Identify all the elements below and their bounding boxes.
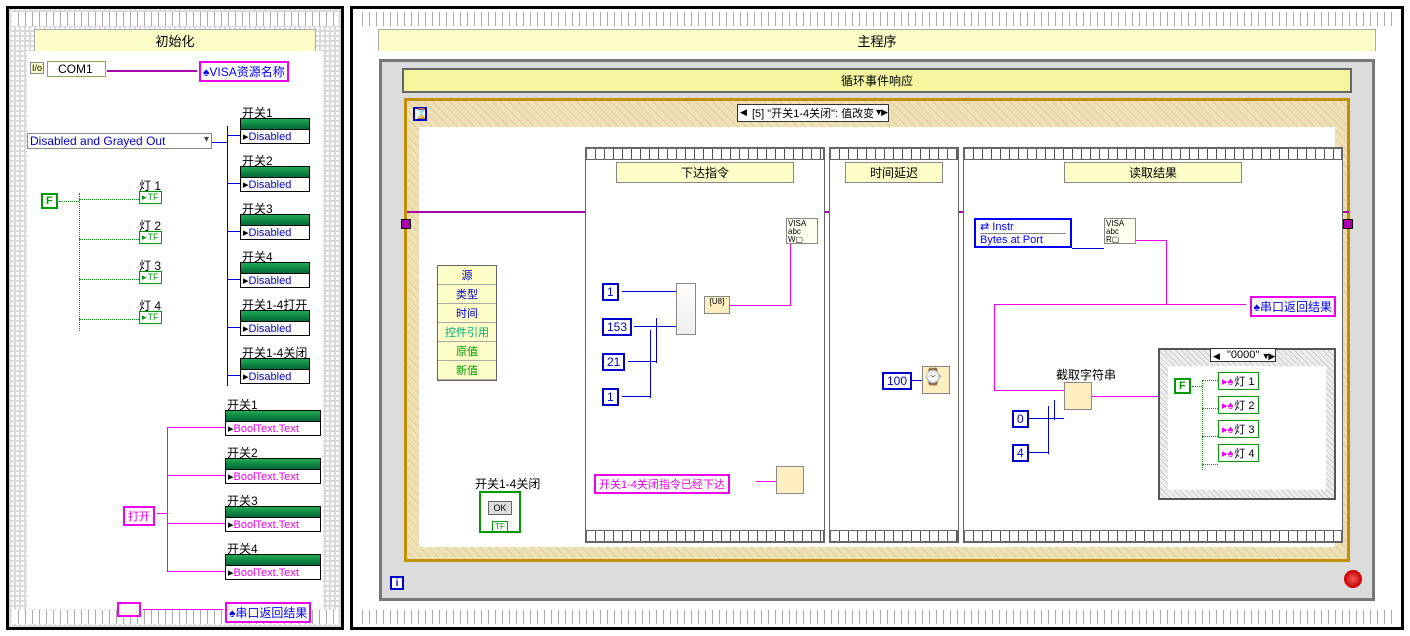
switch1-disabled-prop: ▸Disabled [240,118,310,144]
visa-resource-ref: ♠VISA资源名称 [199,61,289,82]
case-structure: "0000" F 灯 1 灯 2 灯 3 灯 4 [1158,348,1336,500]
byte-153: 153 [602,318,632,336]
right-tunnel [1343,219,1353,229]
switch14close-disabled-prop: ▸Disabled [240,358,310,384]
light2-indicator: TF [139,231,162,244]
loop-iteration-icon: i [390,576,404,590]
build-array-icon [676,283,696,335]
left-tunnel [401,219,411,229]
s3-booltext-prop: ▸BoolText.Text [225,506,321,532]
switch14open-disabled-prop: ▸Disabled [240,310,310,336]
init-title: 初始化 [34,29,316,52]
ctrl-close-terminal: OKTF [479,491,521,533]
event-case-selector[interactable]: [5] "开关1-4关闭": 值改变 [737,104,889,122]
seq-send-command: 下达指令 VISAabcW▢ 1 153 21 1 [U8] [585,147,825,543]
event-data-node: 源 类型 时间 控件引用 原值 新值 [437,265,497,381]
ctrl-close-label: 开关1-4关闭 [475,475,540,492]
seq-read-result: 读取结果 ⇄ Instr Bytes at Port VISAabcR▢ ♠串口… [963,147,1343,543]
delay-100: 100 [882,372,912,390]
com-port-constant[interactable]: COM1 [47,61,106,77]
open-string-const: 打开 [123,506,155,526]
s4-booltext-prop: ▸BoolText.Text [225,554,321,580]
switch2-disabled-prop: ▸Disabled [240,166,310,192]
light2-out: 灯 2 [1218,396,1259,414]
seq-delay: 时间延迟 100 ⌚ [829,147,959,543]
visa-write-icon: VISAabcW▢ [786,218,818,244]
byte-1b: 1 [602,388,619,406]
s2-booltext-prop: ▸BoolText.Text [225,458,321,484]
dialog-icon [776,466,804,494]
s1-booltext-prop: ▸BoolText.Text [225,410,321,436]
disabled-ring[interactable]: Disabled and Grayed Out [27,133,212,149]
light1-indicator: TF [139,191,162,204]
visa-read-icon: VISAabcR▢ [1104,218,1136,244]
light4-indicator: TF [139,311,162,324]
seq2-title: 时间延迟 [845,162,943,183]
case-false-const: F [1174,378,1191,394]
seq1-title: 下达指令 [616,162,794,183]
init-sequence-frame: 初始化 COM1 ♠VISA资源名称 Disabled and Grayed O… [6,6,344,630]
light1-out: 灯 1 [1218,372,1259,390]
light4-out: 灯 4 [1218,444,1259,462]
loop-stop-terminal[interactable] [1344,570,1362,588]
loop-label: 循环事件响应 [402,68,1352,93]
byte-1: 1 [602,283,619,301]
empty-string-const [117,602,141,617]
event-timeout-icon: ⌛ [413,107,427,121]
byte-21: 21 [602,353,625,371]
substr-len: 4 [1012,444,1029,462]
lights-out-list: 灯 1 灯 2 灯 3 灯 4 [1218,372,1259,468]
false-const: F [41,193,58,209]
substr-label: 截取字符串 [1056,366,1116,383]
light3-indicator: TF [139,271,162,284]
seq3-title: 读取结果 [1064,162,1242,183]
case-selector[interactable]: "0000" [1210,348,1276,362]
light3-out: 灯 3 [1218,420,1259,438]
instr-prop-node: ⇄ Instr Bytes at Port [974,218,1072,248]
main-sequence-frame: 主程序 循环事件响应 i ⌛ [5] "开关1-4关闭": 值改变 源 类型 时… [350,6,1404,630]
sent-msg-const: 开关1-4关闭指令已经下达 [594,474,730,494]
substr-start: 0 [1012,410,1029,428]
wait-ms-icon: ⌚ [922,366,950,394]
main-title: 主程序 [378,29,1376,52]
return-result-out: ♠串口返回结果 [1250,296,1336,317]
return-result-ref: ♠串口返回结果 [225,602,311,623]
switch3-disabled-prop: ▸Disabled [240,214,310,240]
substr-icon [1064,382,1092,410]
u8-cast-icon: [U8] [704,296,730,314]
switch4-disabled-prop: ▸Disabled [240,262,310,288]
